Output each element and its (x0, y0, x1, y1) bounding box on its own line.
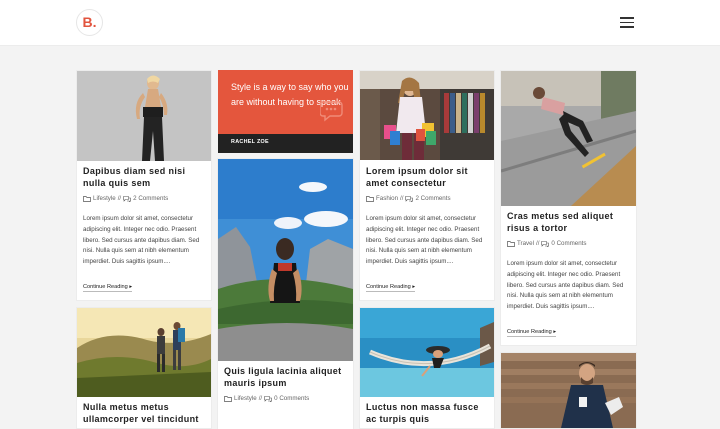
continue-reading-label: Continue Reading (366, 284, 411, 290)
site-logo[interactable]: B. (76, 9, 103, 36)
post-image-hikers[interactable] (77, 308, 211, 397)
post-image-man-coffee[interactable] (501, 353, 636, 428)
post-category[interactable]: Lifestyle (93, 195, 116, 202)
meta-separator: // (400, 195, 404, 202)
post-card-5: Nulla metus metus ullamcorper vel tincid… (77, 308, 211, 428)
post-image-mountains[interactable] (218, 159, 353, 361)
speech-bubble-icon (320, 101, 343, 122)
comments-icon (405, 195, 414, 202)
post-category[interactable]: Travel (517, 240, 534, 247)
post-title[interactable]: Quis ligula lacinia aliquet mauris ipsum (224, 365, 347, 389)
folder-icon (366, 195, 374, 202)
caret-right-icon: ▸ (553, 329, 557, 335)
continue-reading-link[interactable]: Continue Reading ▸ (366, 284, 416, 292)
post-card-4: Quis ligula lacinia aliquet mauris ipsum… (218, 159, 353, 429)
post-comments[interactable]: 2 Comments (133, 195, 168, 202)
post-image-skateboard[interactable] (501, 71, 636, 206)
post-meta: Lifestyle // 2 Comments (83, 195, 168, 202)
continue-reading-link[interactable]: Continue Reading ▸ (507, 329, 557, 337)
post-card-7 (501, 353, 636, 428)
continue-reading-label: Continue Reading (507, 329, 552, 335)
continue-reading-link[interactable]: Continue Reading ▸ (83, 284, 133, 292)
post-card-1: Dapibus diam sed nisi nulla quis sem Lif… (77, 71, 211, 300)
post-excerpt: Lorem ipsum dolor sit amet, consectetur … (83, 215, 200, 266)
meta-separator: // (535, 240, 540, 247)
post-image-fitness[interactable] (77, 71, 211, 161)
post-category[interactable]: Fashion (376, 195, 398, 202)
post-title[interactable]: Lorem ipsum dolor sit amet consectetur (366, 165, 488, 189)
post-title[interactable]: Cras metus sed aliquet risus a tortor (507, 210, 630, 234)
site-header: B. (0, 0, 720, 46)
hamburger-icon[interactable] (620, 17, 634, 29)
post-comments[interactable]: 2 Comments (415, 195, 450, 202)
post-comments[interactable]: 0 Comments (274, 395, 309, 402)
folder-icon (507, 240, 515, 247)
meta-separator: // (117, 195, 122, 202)
post-excerpt: Lorem ipsum dolor sit amet, consectetur … (507, 260, 624, 311)
post-card-2: Lorem ipsum dolor sit amet consectetur F… (360, 71, 494, 300)
caret-right-icon: ▸ (129, 284, 133, 290)
post-meta: Lifestyle // 0 Comments (224, 395, 309, 402)
post-title[interactable]: Dapibus diam sed nisi nulla quis sem (83, 165, 205, 189)
post-image-hammock[interactable] (360, 308, 494, 397)
meta-separator: // (258, 395, 263, 402)
comments-icon (541, 240, 550, 247)
quote-card: Style is a way to say who you are withou… (218, 70, 353, 153)
post-meta: Travel // 0 Comments (507, 240, 587, 247)
folder-icon (83, 195, 91, 202)
post-card-3: Cras metus sed aliquet risus a tortor Tr… (501, 71, 636, 345)
post-image-shopping[interactable] (360, 71, 494, 160)
post-meta: Fashion // 2 Comments (366, 195, 451, 202)
caret-right-icon: ▸ (412, 284, 416, 290)
post-excerpt: Lorem ipsum dolor sit amet, consectetur … (366, 215, 483, 266)
post-comments[interactable]: 0 Comments (551, 240, 586, 247)
quote-author: RACHEL ZOE (231, 139, 269, 145)
folder-icon (224, 395, 232, 402)
post-category[interactable]: Lifestyle (234, 395, 257, 402)
post-card-6: Luctus non massa fusce ac turpis quis (360, 308, 494, 428)
comments-icon (123, 195, 131, 202)
post-title[interactable]: Luctus non massa fusce ac turpis quis (366, 401, 488, 425)
post-title[interactable]: Nulla metus metus ullamcorper vel tincid… (83, 401, 205, 425)
continue-reading-label: Continue Reading (83, 284, 128, 290)
comments-icon (264, 395, 272, 402)
